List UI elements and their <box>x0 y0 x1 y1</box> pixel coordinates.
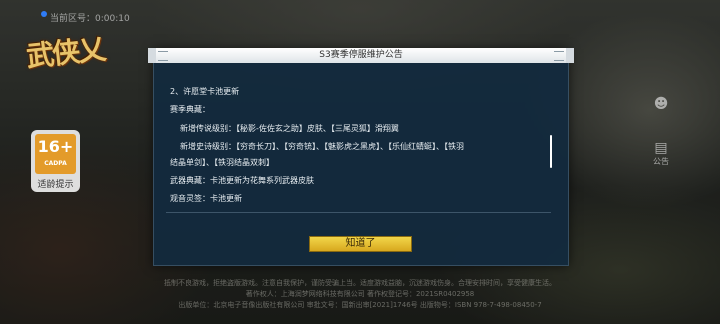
footer-line: 抵制不良游戏，拒绝盗版游戏。注意自我保护，谨防受骗上当。适度游戏益脑，沉迷游戏伤… <box>164 279 556 287</box>
content-scrollbar[interactable] <box>550 135 552 168</box>
age-rating-org: CADPA <box>44 160 67 167</box>
age-rating-badge[interactable]: 16+ CADPA 适龄提示 <box>31 130 80 192</box>
person-icon: ☻ <box>653 96 669 112</box>
header-ornament-icon <box>554 51 564 61</box>
server-id-text: 当前区号：0:00:10 <box>50 14 130 24</box>
notice-icon: ▤ <box>654 140 668 156</box>
content-line: 新增传说级别：【秘影-佐佐玄之助】皮肤、【三尾灵狐】滑翔翼 <box>180 124 399 133</box>
content-line: 赛季典藏： <box>170 105 210 114</box>
announcement-modal: S3赛季停服维护公告 2、许愿堂卡池更新 赛季典藏： 新增传说级别：【秘影-佐佐… <box>148 48 574 266</box>
content-line: 武器典藏：卡池更新为花舞系列武器皮肤 <box>170 176 314 185</box>
content-line: 新增史诗级别：【穷奇长刀】、【穷奇铳】、【魅影虎之黑虎】、【乐仙红蜻蜓】、【铁羽 <box>180 142 464 151</box>
modal-header: S3赛季停服维护公告 <box>148 48 574 63</box>
section-heading: 2、许愿堂卡池更新 <box>170 87 240 96</box>
notice-label: 公告 <box>653 157 669 166</box>
confirm-button[interactable]: 知道了 <box>309 236 412 252</box>
notice-button[interactable]: ▤ 公告 <box>650 140 672 167</box>
content-line: 观音灵签：卡池更新 <box>170 194 242 203</box>
content-line: 结晶单剑】、【铁羽结晶双刺】 <box>170 158 274 167</box>
footer-line: 著作权人：上海润梦网络科技有限公司 著作权登记号：2021SR0402958 <box>245 290 475 298</box>
modal-title: S3赛季停服维护公告 <box>319 50 403 60</box>
footer-legal-text: 抵制不良游戏，拒绝盗版游戏。注意自我保护，谨防受骗上当。适度游戏益脑，沉迷游戏伤… <box>0 278 720 311</box>
account-button[interactable]: ☻ <box>650 96 672 112</box>
age-rating-icon: 16+ CADPA <box>35 134 76 174</box>
announcement-content[interactable]: 2、许愿堂卡池更新 赛季典藏： 新增传说级别：【秘影-佐佐玄之助】皮肤、【三尾灵… <box>166 72 551 213</box>
age-rating-number: 16+ <box>37 137 74 156</box>
age-rating-label: 适龄提示 <box>37 180 74 190</box>
status-dot-icon <box>41 11 47 17</box>
footer-line: 出版单位：北京电子音像出版社有限公司 审批文号：国新出审[2021]1746号 … <box>178 301 542 309</box>
